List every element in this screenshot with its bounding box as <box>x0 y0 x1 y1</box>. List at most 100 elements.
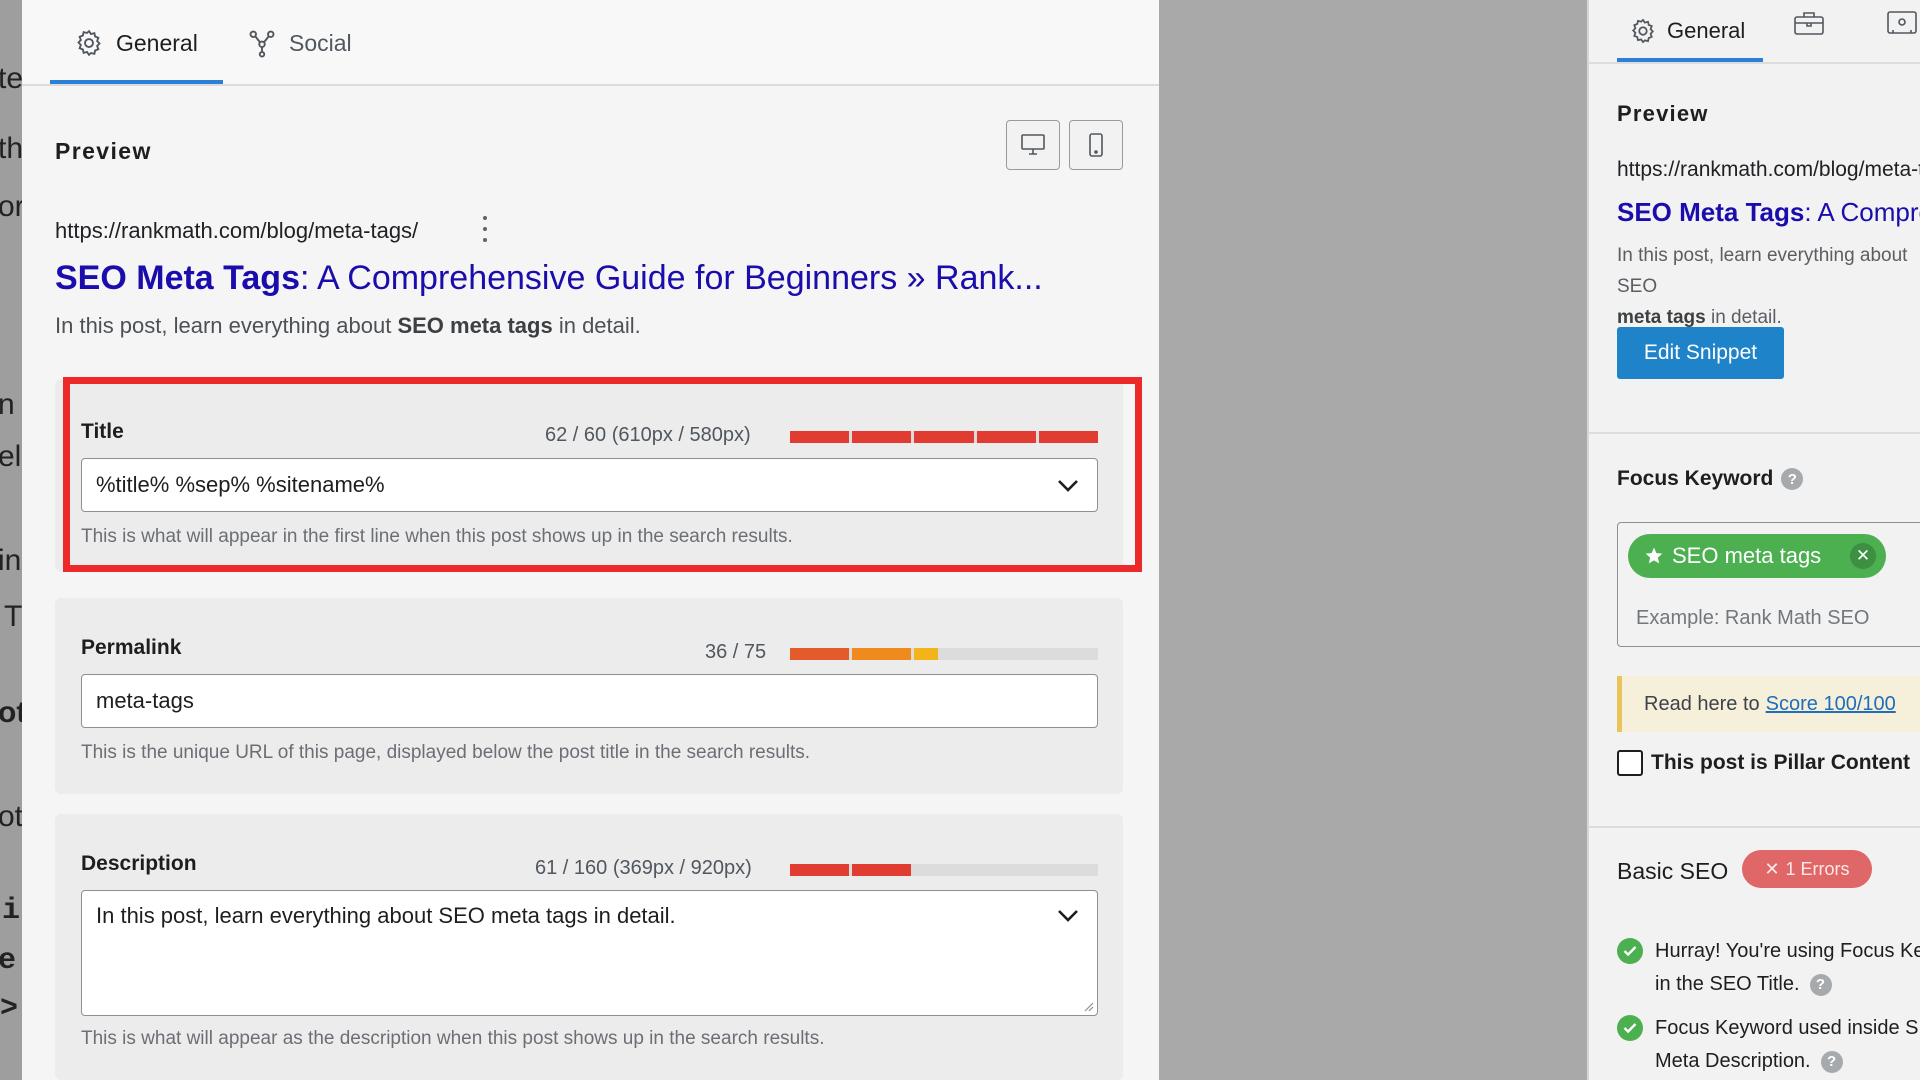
edit-snippet-button[interactable]: Edit Snippet <box>1617 327 1784 379</box>
sidebar-divider <box>1589 826 1920 828</box>
schema-icon[interactable] <box>1885 8 1919 38</box>
desktop-preview-button[interactable] <box>1006 120 1060 170</box>
pillar-content-checkbox[interactable] <box>1617 750 1643 776</box>
error-count-badge: ✕ 1 Errors <box>1742 850 1872 888</box>
sidebar-tab-general-label: General <box>1667 18 1746 43</box>
desktop-icon <box>1021 134 1045 155</box>
title-field-label: Title <box>81 420 124 443</box>
tab-general[interactable]: General <box>74 0 198 86</box>
score-notice-text: Read here to <box>1644 692 1760 715</box>
mobile-icon <box>1089 133 1103 157</box>
toolbox-icon[interactable] <box>1792 8 1826 38</box>
bg-text-fragment: > <box>0 992 19 1026</box>
meter-segment <box>914 431 974 443</box>
sidebar-serp-title-rest: : A Comprehensive Guide for Beginners <box>1804 197 1920 227</box>
serp-title[interactable]: SEO Meta Tags: A Comprehensive Guide for… <box>55 259 1043 298</box>
title-field-section: Title 62 / 60 (610px / 580px) %title% %s… <box>55 379 1123 572</box>
bg-text-fragment: ot <box>0 800 22 833</box>
bg-text-fragment: th <box>0 132 22 165</box>
seo-check-item: Hurray! You're using Focus Keyword in th… <box>1617 935 1920 1001</box>
active-tab-indicator <box>50 80 223 84</box>
sidebar-serp-url: https://rankmath.com/blog/meta-tags/ <box>1617 158 1920 181</box>
error-x-icon: ✕ <box>1764 858 1780 879</box>
score-notice-link[interactable]: Score 100/100 <box>1766 693 1896 716</box>
description-textarea[interactable]: In this post, learn everything about SEO… <box>81 890 1098 1016</box>
meter-segment <box>852 431 912 443</box>
title-help-text: This is what will appear in the first li… <box>81 526 793 547</box>
preview-heading: Preview <box>55 138 152 164</box>
mobile-preview-button[interactable] <box>1069 120 1123 170</box>
meter-segment <box>852 648 912 660</box>
bg-text-fragment: or <box>0 190 22 223</box>
bg-text-fragment: n I <box>0 388 22 421</box>
check-icon <box>1617 938 1643 964</box>
serp-description: In this post, learn everything about SEO… <box>55 313 641 339</box>
focus-keyword-label: Focus Keyword ? <box>1617 467 1804 491</box>
chevron-down-icon[interactable] <box>1057 909 1079 923</box>
sidebar-serp-title-keyword: SEO Meta Tags <box>1617 197 1805 227</box>
serp-desc-after: in detail. <box>552 313 641 338</box>
title-input[interactable]: %title% %sep% %sitename% <box>81 458 1098 512</box>
sidebar-serp-desc-after: in detail. <box>1705 307 1782 328</box>
pillar-content-option[interactable]: This post is Pillar Content <box>1617 750 1910 776</box>
help-icon[interactable]: ? <box>1809 973 1832 996</box>
tab-social-label: Social <box>289 29 352 56</box>
star-icon[interactable] <box>1644 546 1664 566</box>
basic-seo-heading[interactable]: Basic SEO <box>1617 858 1728 885</box>
error-count-text: 1 Errors <box>1785 858 1850 879</box>
chevron-down-icon[interactable] <box>1057 479 1079 493</box>
permalink-length-meter <box>790 648 1098 660</box>
bg-text-fragment: T <box>4 600 22 633</box>
help-icon[interactable]: ? <box>1820 1050 1843 1073</box>
permalink-field-section: Permalink 36 / 75 meta-tags This is the … <box>55 598 1123 794</box>
meter-segment <box>1038 431 1098 443</box>
permalink-help-text: This is the unique URL of this page, dis… <box>81 742 811 763</box>
description-field-section: Description 61 / 160 (369px / 920px) In … <box>55 814 1123 1080</box>
title-length-meter <box>790 431 1098 443</box>
description-textarea-value: In this post, learn everything about SEO… <box>96 903 676 928</box>
bg-text-fragment: oti <box>0 696 22 729</box>
gear-icon <box>77 29 101 57</box>
sidebar-divider <box>1589 432 1920 434</box>
description-char-count: 61 / 160 (369px / 920px) <box>535 857 752 879</box>
serp-url: https://rankmath.com/blog/meta-tags/ <box>55 218 419 243</box>
tab-social[interactable]: Social <box>247 0 352 86</box>
background-editor-strip: te th or n I ell in T oti ot i e. > <box>0 0 22 1080</box>
meter-segment <box>790 864 850 876</box>
serp-title-keyword: SEO Meta Tags <box>55 259 300 297</box>
description-field-label: Description <box>81 852 197 875</box>
serp-desc-keyword: SEO meta tags <box>397 313 553 338</box>
social-share-icon <box>249 30 275 58</box>
sidebar-preview-heading: Preview <box>1617 101 1709 126</box>
sidebar-serp-desc-before: In this post, learn everything about <box>1617 245 1908 266</box>
seo-check-line: Hurray! You're using Focus Keyword <box>1655 940 1920 962</box>
sidebar-active-tab-indicator <box>1617 58 1763 62</box>
seo-check-line: Focus Keyword used inside SEO <box>1655 1017 1920 1039</box>
title-char-count: 62 / 60 (610px / 580px) <box>545 424 751 446</box>
seo-check-item: Focus Keyword used inside SEO Meta Descr… <box>1617 1012 1920 1078</box>
meter-segment <box>914 648 938 660</box>
kebab-menu-icon[interactable] <box>477 216 493 242</box>
remove-keyword-icon[interactable]: ✕ <box>1850 543 1876 569</box>
meter-segment <box>852 864 912 876</box>
permalink-char-count: 36 / 75 <box>705 641 767 663</box>
bg-text-fragment: te <box>0 62 22 95</box>
seo-check-line: in the SEO Title. <box>1655 973 1800 995</box>
help-icon[interactable]: ? <box>1781 468 1804 490</box>
focus-keyword-input[interactable]: SEO meta tags ✕ Example: Rank Math SEO <box>1617 522 1920 647</box>
seo-check-line: Meta Description. <box>1655 1050 1811 1072</box>
sidebar-tab-bar: General <box>1589 0 1920 64</box>
permalink-input[interactable]: meta-tags <box>81 674 1098 728</box>
serp-desc-before: In this post, learn everything about <box>55 313 398 338</box>
description-help-text: This is what will appear as the descript… <box>81 1028 825 1049</box>
meter-segment <box>790 648 850 660</box>
focus-keyword-chip: SEO meta tags ✕ <box>1628 534 1886 578</box>
sidebar-tab-general[interactable]: General <box>1629 0 1745 62</box>
sidebar-serp-description: In this post, learn everything about SEO… <box>1617 240 1920 333</box>
sidebar-serp-title[interactable]: SEO Meta Tags: A Comprehensive Guide for… <box>1617 197 1920 228</box>
description-length-meter <box>790 864 1098 876</box>
resize-handle-icon[interactable] <box>1082 1000 1094 1012</box>
bg-text-fragment: i <box>2 894 21 928</box>
bg-text-fragment: e. <box>0 944 22 978</box>
focus-keyword-chip-text: SEO meta tags <box>1672 543 1822 568</box>
